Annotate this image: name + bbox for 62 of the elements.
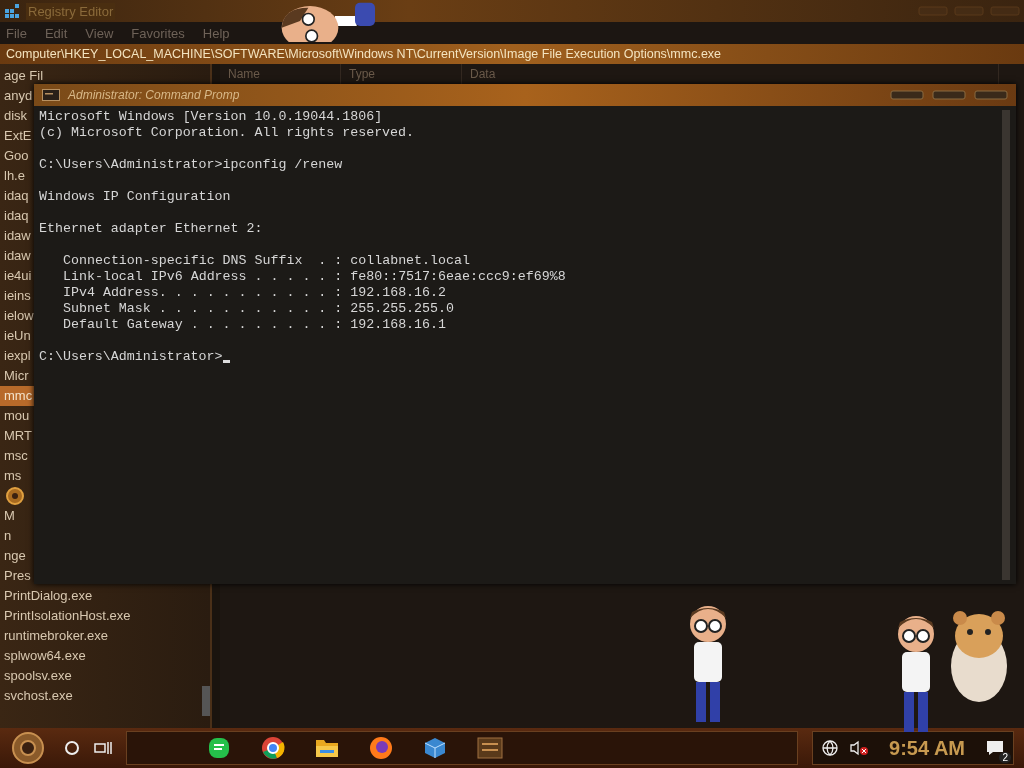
console-line: IPv4 Address. . . . . . . . . . . : 192.168.16.2 [63,285,446,301]
console-icon [42,89,60,101]
tree-item[interactable]: idaq [0,186,31,206]
notification-icon[interactable] [985,739,1005,757]
firefox-icon[interactable] [369,736,393,760]
scrollbar-thumb[interactable] [202,686,210,716]
tree-item[interactable]: ielow [0,306,36,326]
window-title: Administrator: Command Promp [68,88,240,102]
console-line: C:\Users\Administrator> [39,349,223,365]
tree-item[interactable]: anyd [0,86,35,106]
tree-item[interactable]: runtimebroker.exe [0,626,111,646]
registry-icon [4,3,20,19]
folder-icon[interactable] [315,737,339,759]
tree-item[interactable]: PrintIsolationHost.exe [0,606,133,626]
console-line: Subnet Mask . . . . . . . . . . . : 255.255.255.0 [63,301,454,317]
muted-speaker-icon[interactable] [849,739,870,757]
address-bar[interactable]: Computer\HKEY_LOCAL_MACHINE\SOFTWARE\Microsoft\Windows NT\CurrentVersion\Image File Execution Options\mmc.exe [0,44,1024,64]
tree-item[interactable]: svchost.exe [0,686,75,706]
console-line: Default Gateway . . . . . . . . . : 192.168.16.1 [63,317,446,333]
tree-item[interactable]: n [0,526,14,546]
tree-item[interactable]: ieins [0,286,33,306]
tree-item[interactable]: msc [0,446,30,466]
tree-item[interactable]: MRT [0,426,34,446]
console-line: Microsoft Windows [Version 10.0.19044.1806] [39,109,383,125]
console-line: (c) Microsoft Corporation. All rights reserved. [39,125,415,141]
tree-item[interactable]: mou [0,406,32,426]
circle-icon[interactable] [64,740,80,756]
app-thumbnail-icon[interactable] [477,737,503,759]
tree-item[interactable]: ExtE [0,126,34,146]
tree-item[interactable]: Goo [0,146,31,166]
tree-item[interactable]: iexpl [0,346,33,366]
console-line: Windows IP Configuration [39,189,231,205]
scrollbar[interactable] [1002,110,1010,580]
notification-badge: 2 [999,752,1011,763]
clock-text[interactable]: 9:54 AM [889,736,965,760]
console-line: Connection-specific DNS Suffix . : collabnet.local [63,253,470,269]
chat-icon[interactable] [207,736,231,760]
tree-item[interactable]: spoolsv.exe [0,666,74,686]
tree-item[interactable]: age Fil [0,66,46,86]
task-view-icon[interactable] [94,740,112,756]
tree-item[interactable]: idaw [0,226,33,246]
tree-item[interactable]: Pres [0,566,33,586]
cube-icon[interactable] [423,736,447,760]
window-title: Registry Editor [26,2,116,20]
tree-item[interactable]: M [0,506,17,526]
console-line: Ethernet adapter Ethernet 2: [39,221,263,237]
tree-item[interactable]: ieUn [0,326,33,346]
globe-icon[interactable] [821,739,840,757]
console-line: C:\Users\Administrator>ipconfig /renew [39,157,343,173]
tree-item[interactable]: disk [0,106,30,126]
tree-item[interactable]: ms [0,466,24,486]
tree-item[interactable]: idaq [0,206,31,226]
tree-item[interactable]: Micr [0,366,31,386]
text-cursor [222,360,230,363]
tree-item[interactable]: nge [0,546,28,566]
tree-item[interactable]: splwow64.exe [0,646,88,666]
tree-item[interactable]: ie4ui [0,266,34,286]
tree-item[interactable]: idaw [0,246,33,266]
console-line: Link-local IPv6 Address . . . . . : fe80::7517:6eae:ccc9:ef69%8 [63,269,566,285]
browser-icon[interactable] [261,736,285,760]
tree-item[interactable]: lh.e [0,166,27,186]
tree-item[interactable]: PrintDialog.exe [0,586,95,606]
